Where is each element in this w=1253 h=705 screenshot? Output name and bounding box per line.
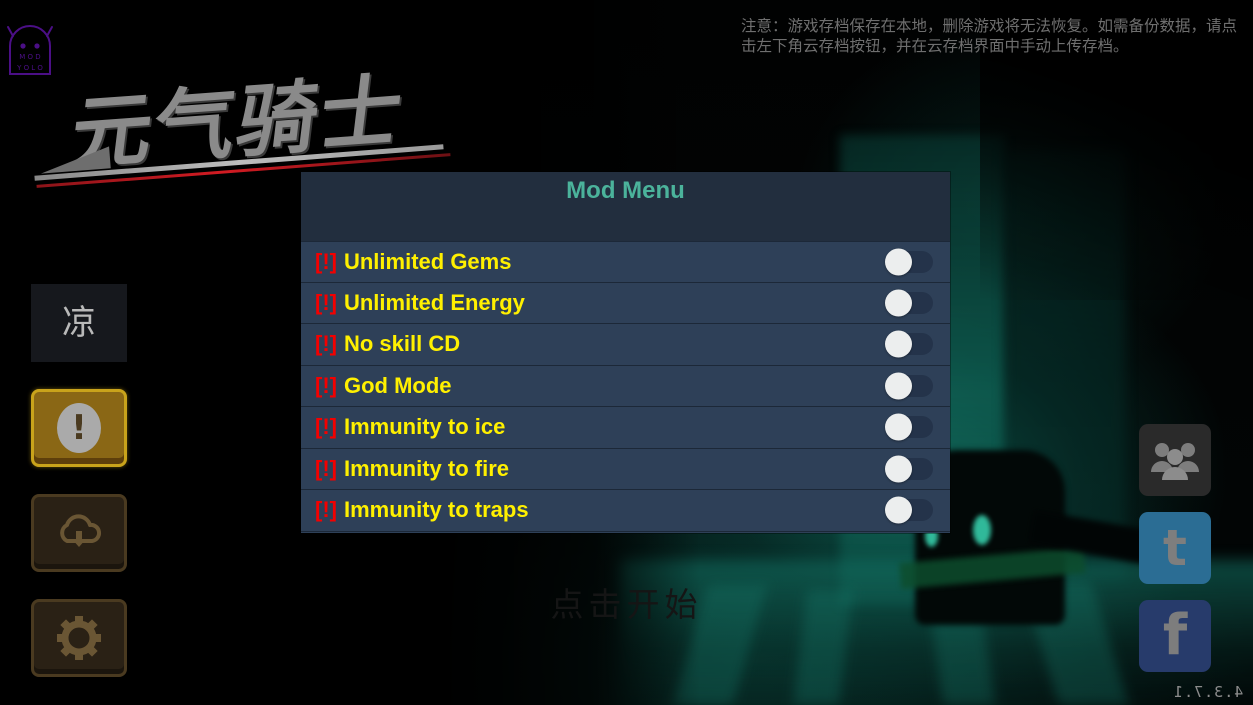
warning-bracket-icon: [!] [315,414,337,440]
mod-menu-row-label: [!] Immunity to ice [315,414,505,440]
toggle-knob [885,455,912,483]
mod-menu-row[interactable]: [!] No skill CD [301,324,950,366]
warning-bracket-icon: [!] [315,248,337,274]
save-warning-text: 注意：游戏存档保存在本地，删除游戏将无法恢复。如需备份数据，请点击左下角云存档按… [741,17,1238,55]
sidebar-item-language[interactable]: 凉 [31,284,127,362]
mod-menu-row-toggle[interactable] [885,455,933,483]
mod-menu-row-toggle[interactable] [885,496,933,524]
warning-bracket-icon: [!] [315,331,337,357]
friends-button[interactable] [1139,424,1211,496]
mod-menu-row-text: God Mode [343,372,452,398]
mod-menu-title: Mod Menu [566,177,685,204]
mod-menu-row-toggle[interactable] [885,248,933,276]
mod-menu-row-text: Unlimited Energy [343,289,525,315]
toggle-knob [885,372,912,400]
toggle-knob [885,248,912,276]
mod-menu-row[interactable]: [!] Unlimited Energy [301,282,950,324]
mod-menu-row-label: [!] No skill CD [315,331,460,357]
sidebar-item-cloud-save[interactable] [31,494,127,572]
language-label: 凉 [62,303,96,343]
warning-bracket-icon: [!] [315,455,337,481]
mod-menu-row-text: Immunity to ice [343,414,506,440]
mod-menu-row-toggle[interactable] [885,372,933,400]
mod-menu-row-label: [!] Immunity to traps [315,497,529,523]
mod-menu-row[interactable]: [!] Immunity to ice [301,407,950,449]
mod-menu-row-label: [!] Unlimited Gems [315,249,511,275]
game-logo: 元气骑士 [34,52,464,188]
mod-menu-row[interactable]: [!] Immunity to fire [301,448,950,490]
mod-menu-row[interactable]: [!] Unlimited Gems [301,241,950,283]
mod-menu-row-label: [!] Immunity to fire [315,456,509,482]
mod-menu-row[interactable]: [!] Immunity to traps [301,490,950,532]
mod-menu-header: Mod Menu [301,172,950,241]
toggle-knob [885,289,912,317]
exclamation-icon: ! [57,403,101,453]
friends-icon [1151,443,1199,480]
toggle-knob [885,330,912,358]
version-label: 4.3.7.1 [1172,683,1243,701]
cloud-download-icon [60,514,102,547]
mod-menu-row-toggle[interactable] [885,413,933,441]
click-to-start-text[interactable]: 点击开始 [0,578,1253,626]
left-sidebar: 凉 ! [31,284,127,704]
social-buttons: t f [1139,424,1211,688]
creature-eye-icon [973,515,991,545]
toggle-knob [885,496,912,524]
sidebar-item-notice[interactable]: ! [31,389,127,467]
twitter-icon: t [1163,519,1187,577]
mod-menu-row-text: Immunity to fire [343,455,509,481]
mod-menu-row-label: [!] Unlimited Energy [315,290,525,316]
mod-menu-row[interactable]: [!] God Mode [301,365,950,407]
game-screen: M O D Y O L O 元气骑士 注意：游戏存档保存在本地，删除游戏将无法恢… [0,0,1253,705]
warning-bracket-icon: [!] [315,289,337,315]
mod-menu-options-list: [!] Unlimited Gems [!] Unlimited Energy [!] N… [301,241,950,532]
mod-menu-row-label: [!] God Mode [315,373,452,399]
toggle-knob [885,413,912,441]
twitter-button[interactable]: t [1139,512,1211,584]
mod-menu-row-text: No skill CD [343,331,461,357]
warning-bracket-icon: [!] [315,497,337,523]
mod-menu-row-text: Immunity to traps [343,497,529,523]
mod-menu-row-toggle[interactable] [885,330,933,358]
mod-menu-panel: Mod Menu [!] Unlimited Gems [!] Unlimited E… [301,172,950,533]
mod-menu-row-toggle[interactable] [885,289,933,317]
warning-bracket-icon: [!] [315,372,337,398]
mod-menu-row-text: Unlimited Gems [343,248,512,274]
